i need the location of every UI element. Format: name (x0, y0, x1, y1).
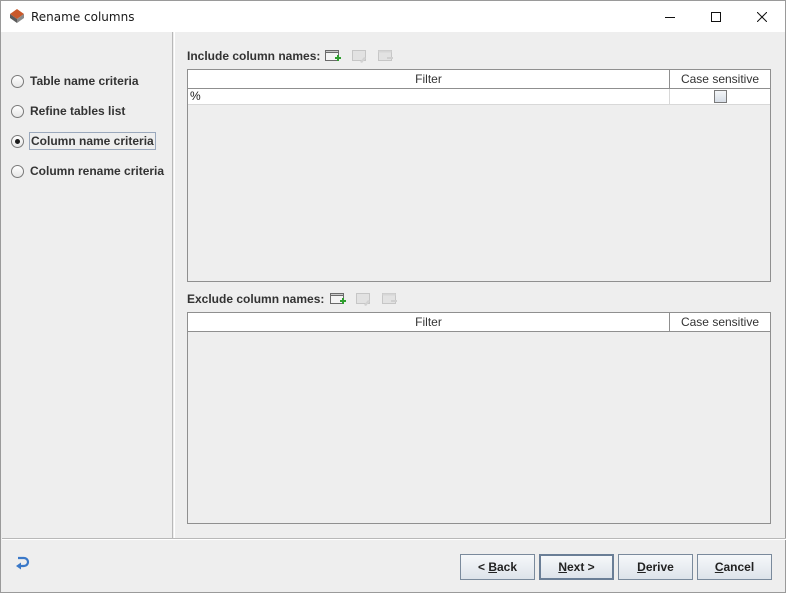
derive-label-rest: erive (645, 560, 674, 574)
table-row[interactable]: % (188, 89, 770, 105)
remove-filter-icon[interactable] (381, 291, 399, 307)
cancel-label-mnemonic: C (714, 560, 724, 574)
table-header: Filter Case sensitive (188, 313, 770, 332)
back-label-rest: ack (496, 560, 518, 574)
case-sensitive-cell[interactable] (670, 89, 770, 104)
step-label: Table name criteria (30, 74, 139, 88)
steps-panel: Table name criteria Refine tables list C… (2, 32, 173, 538)
close-button[interactable] (739, 1, 785, 32)
back-button[interactable]: < Back (460, 554, 535, 580)
radio-button-selected[interactable] (11, 134, 24, 148)
cancel-button[interactable]: Cancel (697, 554, 772, 580)
include-label: Include column names: (187, 49, 321, 63)
add-filter-icon[interactable] (329, 291, 347, 307)
add-filter-icon[interactable] (324, 48, 342, 64)
panel-divider (174, 32, 175, 538)
next-button[interactable]: Next > (539, 554, 614, 580)
filter-column-header[interactable]: Filter (188, 313, 670, 332)
case-sensitive-checkbox[interactable] (713, 90, 727, 103)
derive-button[interactable]: Derive (618, 554, 693, 580)
maximize-icon (711, 11, 721, 22)
radio-button[interactable] (11, 104, 24, 118)
step-table-name-criteria[interactable]: Table name criteria (11, 72, 140, 90)
minimize-button[interactable] (647, 1, 693, 32)
filter-column-header[interactable]: Filter (188, 70, 670, 89)
app-logo-icon (10, 9, 24, 23)
dialog-window: Rename columns Table name criteria Refin… (0, 0, 786, 593)
next-label-mnemonic: N (558, 560, 567, 574)
step-column-name-criteria[interactable]: Column name criteria (11, 132, 156, 150)
footer-divider-highlight (2, 539, 786, 540)
table-header: Filter Case sensitive (188, 70, 770, 89)
radio-button[interactable] (11, 164, 24, 178)
step-label: Column name criteria (29, 132, 156, 150)
window-title: Rename columns (31, 10, 135, 24)
step-label: Refine tables list (30, 104, 126, 118)
exclude-label: Exclude column names: (187, 292, 325, 306)
close-icon (757, 11, 767, 22)
remove-filter-icon[interactable] (377, 48, 395, 64)
step-label: Column rename criteria (30, 164, 165, 178)
back-label-mnemonic: B (488, 560, 497, 574)
radio-button[interactable] (11, 74, 24, 88)
edit-filter-icon[interactable] (355, 291, 373, 307)
step-column-rename-criteria[interactable]: Column rename criteria (11, 162, 165, 180)
include-filter-table: Filter Case sensitive % (187, 69, 771, 282)
filter-cell[interactable]: % (188, 89, 670, 104)
case-sensitive-column-header[interactable]: Case sensitive (670, 70, 770, 89)
back-label-prefix: < (477, 560, 489, 574)
case-sensitive-column-header[interactable]: Case sensitive (670, 313, 770, 332)
maximize-button[interactable] (693, 1, 739, 32)
step-refine-tables-list[interactable]: Refine tables list (11, 102, 126, 120)
title-bar: Rename columns (1, 1, 785, 32)
derive-label-mnemonic: D (637, 560, 646, 574)
cancel-label-rest: ancel (723, 560, 755, 574)
next-label-rest: ext > (566, 560, 595, 574)
help-icon[interactable] (14, 555, 32, 571)
exclude-filter-table: Filter Case sensitive (187, 312, 771, 524)
edit-filter-icon[interactable] (351, 48, 369, 64)
minimize-icon (665, 16, 675, 18)
